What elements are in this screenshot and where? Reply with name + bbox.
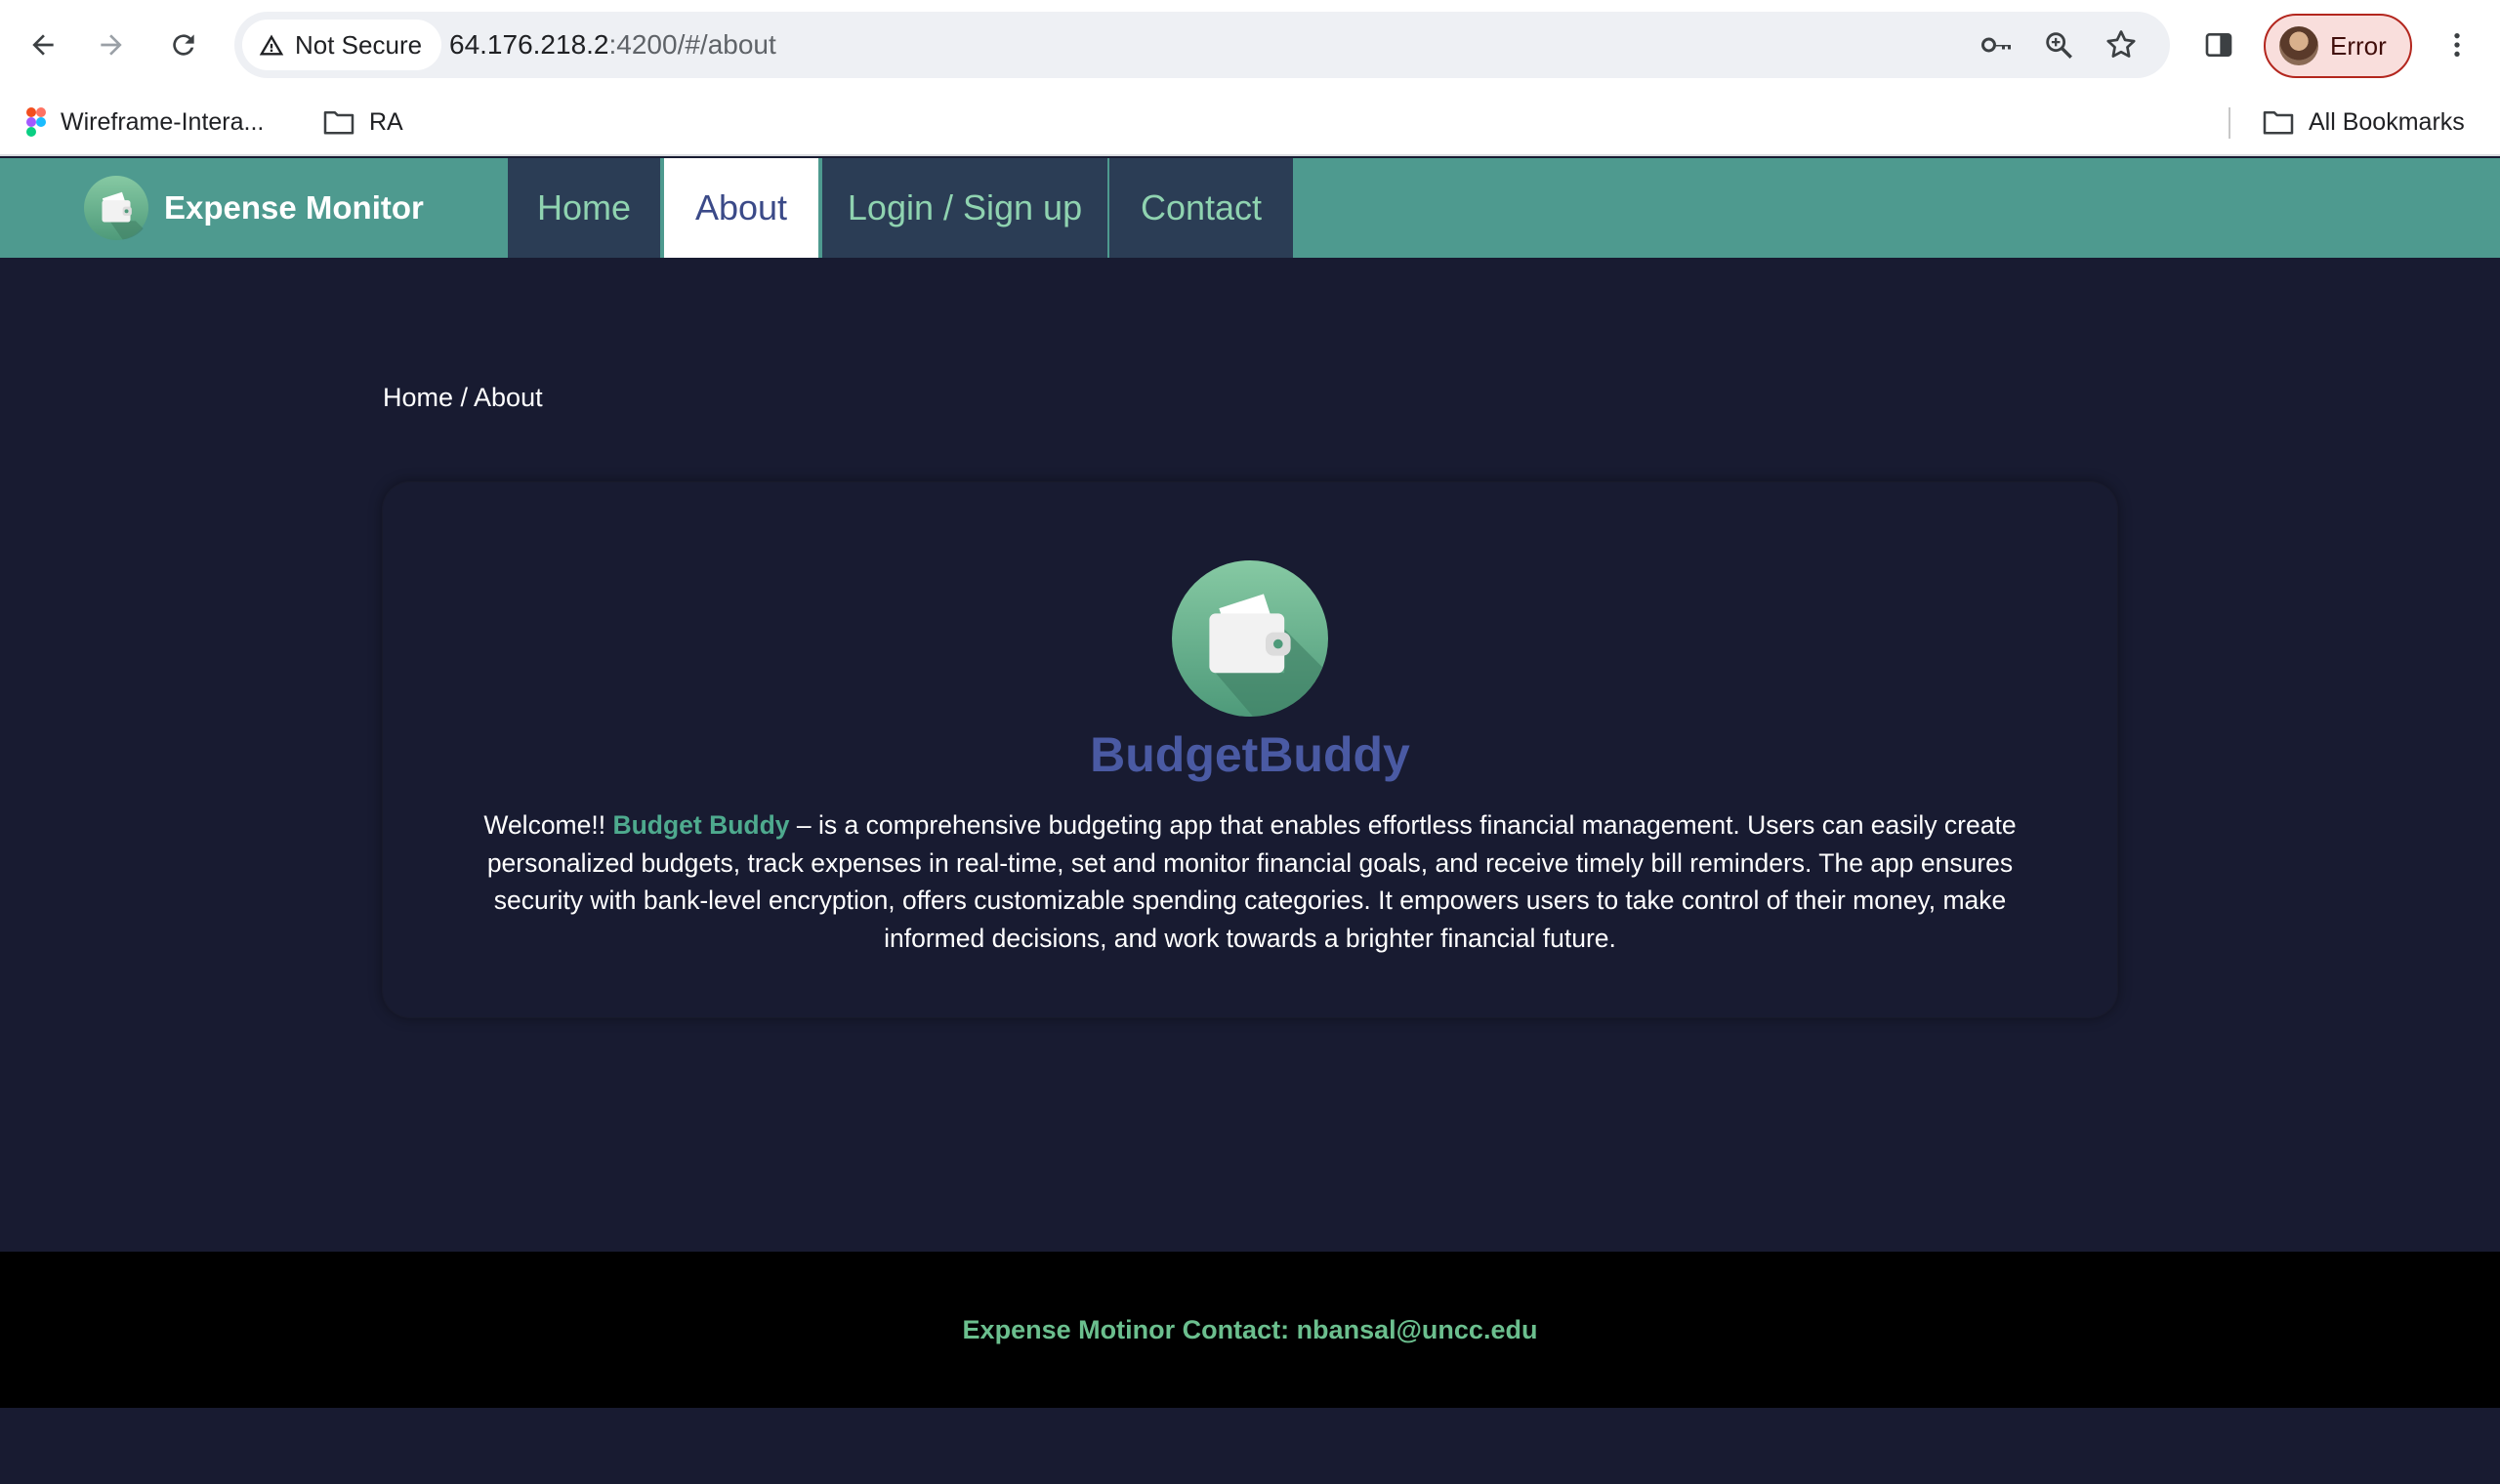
back-arrow-icon: [32, 34, 54, 56]
profile-error-chip[interactable]: Error: [2264, 14, 2412, 78]
page-title: BudgetBuddy: [1090, 727, 1410, 782]
app-name-highlight: Budget Buddy: [612, 810, 790, 840]
footer: Expense Motinor Contact: nbansal@uncc.ed…: [0, 1252, 2500, 1408]
brand-name: Expense Monitor: [164, 189, 424, 226]
bookmark-label: RA: [369, 107, 403, 136]
kebab-menu-icon: [2454, 33, 2460, 57]
side-panel-icon: [2205, 33, 2232, 57]
tab-home[interactable]: Home: [508, 158, 660, 258]
address-bar[interactable]: Not Secure 64.176.218.2:4200/#/about: [234, 12, 2170, 78]
forward-button[interactable]: [88, 21, 135, 68]
password-key-icon[interactable]: [1977, 25, 2016, 64]
reload-button[interactable]: [160, 21, 207, 68]
side-panel-button[interactable]: [2195, 21, 2242, 68]
security-label: Not Secure: [295, 29, 423, 60]
bookmark-folder-ra[interactable]: RA: [322, 90, 403, 154]
intro-prefix: Welcome!!: [483, 810, 613, 840]
url-host: 64.176.218.2: [449, 29, 609, 60]
folder-icon: [323, 110, 354, 135]
url-path: :4200/#/about: [608, 29, 776, 60]
about-card: BudgetBuddy Welcome!! Budget Buddy – is …: [383, 482, 2117, 1017]
page-bottom: [0, 1408, 2500, 1484]
bookmark-wireframe[interactable]: Wireframe-Intera...: [25, 90, 264, 154]
url-text: 64.176.218.2:4200/#/about: [449, 12, 776, 78]
folder-icon: [2263, 110, 2294, 135]
bookmark-star-icon[interactable]: [2102, 25, 2141, 64]
breadcrumb: Home / About: [383, 383, 543, 412]
all-bookmarks-button[interactable]: All Bookmarks: [2262, 90, 2465, 154]
avatar: [2279, 26, 2318, 65]
brand[interactable]: Expense Monitor: [84, 176, 424, 240]
wallet-logo-icon: [1172, 560, 1328, 717]
security-chip[interactable]: Not Secure: [242, 20, 442, 70]
zoom-icon[interactable]: [2039, 25, 2078, 64]
browser-toolbar: Not Secure 64.176.218.2:4200/#/about Err…: [0, 0, 2500, 90]
tab-about[interactable]: About: [664, 158, 818, 258]
browser-menu-button[interactable]: [2434, 21, 2480, 68]
back-button[interactable]: [20, 21, 66, 68]
bookmark-label: Wireframe-Intera...: [61, 107, 265, 136]
all-bookmarks-label: All Bookmarks: [2309, 107, 2465, 136]
figma-icon: [26, 107, 46, 137]
main-content: Home / About BudgetBuddy Welcome!! Budge…: [0, 258, 2500, 1252]
profile-label: Error: [2330, 30, 2387, 61]
app-navbar: Expense Monitor Home About Login / Sign …: [0, 158, 2500, 258]
footer-contact: Expense Motinor Contact: nbansal@uncc.ed…: [962, 1314, 1538, 1344]
bookmarks-divider: [2229, 107, 2230, 139]
warning-triangle-icon: [259, 34, 284, 56]
forward-arrow-icon: [101, 34, 122, 56]
reload-icon: [173, 34, 194, 56]
about-description: Welcome!! Budget Buddy – is a comprehens…: [441, 806, 2059, 957]
tab-contact[interactable]: Contact: [1109, 158, 1293, 258]
wallet-logo-icon: [84, 176, 148, 240]
tab-login-signup[interactable]: Login / Sign up: [822, 158, 1107, 258]
bookmarks-bar: Wireframe-Intera... RA All Bookmarks: [0, 90, 2500, 156]
